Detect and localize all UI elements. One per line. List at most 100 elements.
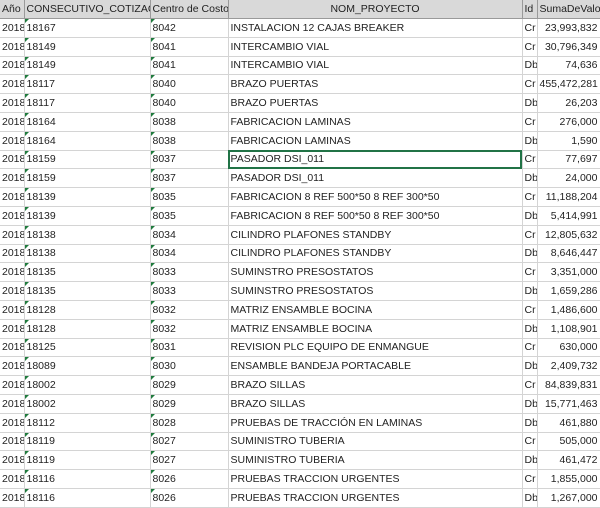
- consecutivo-cell[interactable]: 18089: [24, 356, 151, 377]
- year-cell[interactable]: 2018: [0, 262, 25, 283]
- year-cell[interactable]: 2018: [0, 93, 25, 113]
- valor-cell[interactable]: 30,796,349: [537, 37, 600, 57]
- id-cell[interactable]: Cr: [522, 300, 538, 320]
- valor-cell[interactable]: 12,805,632: [537, 225, 600, 245]
- id-cell[interactable]: Cr: [522, 37, 538, 57]
- valor-cell[interactable]: 5,414,991: [537, 206, 600, 226]
- year-cell[interactable]: 2018: [0, 450, 25, 471]
- id-cell[interactable]: Cr: [522, 112, 538, 132]
- id-cell[interactable]: Cr: [522, 225, 538, 245]
- id-cell[interactable]: Db: [522, 206, 538, 226]
- header-ano[interactable]: Año: [0, 0, 25, 19]
- centro-costos-cell[interactable]: 8033: [150, 262, 229, 283]
- centro-costos-cell[interactable]: 8038: [150, 131, 229, 151]
- valor-cell[interactable]: 1,855,000: [537, 469, 600, 489]
- id-cell[interactable]: Cr: [522, 18, 538, 38]
- year-cell[interactable]: 2018: [0, 469, 25, 489]
- valor-cell[interactable]: 77,697: [537, 150, 600, 170]
- centro-costos-cell[interactable]: 8035: [150, 187, 229, 207]
- valor-cell[interactable]: 26,203: [537, 93, 600, 113]
- centro-costos-cell[interactable]: 8032: [150, 300, 229, 320]
- year-cell[interactable]: 2018: [0, 244, 25, 264]
- valor-cell[interactable]: 455,472,281: [537, 74, 600, 95]
- valor-cell[interactable]: 1,659,286: [537, 281, 600, 301]
- centro-costos-cell[interactable]: 8034: [150, 225, 229, 245]
- proyecto-cell[interactable]: FABRICACION LAMINAS: [228, 131, 523, 151]
- centro-costos-cell[interactable]: 8027: [150, 450, 229, 471]
- centro-costos-cell[interactable]: 8041: [150, 37, 229, 57]
- id-cell[interactable]: Db: [522, 450, 538, 471]
- centro-costos-cell[interactable]: 8035: [150, 206, 229, 226]
- year-cell[interactable]: 2018: [0, 112, 25, 132]
- centro-costos-cell[interactable]: 8037: [150, 168, 229, 189]
- centro-costos-cell[interactable]: 8033: [150, 281, 229, 301]
- consecutivo-cell[interactable]: 18167: [24, 18, 151, 38]
- proyecto-cell[interactable]: ENSAMBLE BANDEJA PORTACABLE: [228, 356, 523, 377]
- proyecto-cell[interactable]: CILINDRO PLAFONES STANDBY: [228, 244, 523, 264]
- id-cell[interactable]: Db: [522, 394, 538, 414]
- consecutivo-cell[interactable]: 18135: [24, 262, 151, 283]
- id-cell[interactable]: Db: [522, 319, 538, 339]
- proyecto-cell[interactable]: INSTALACION 12 CAJAS BREAKER: [228, 18, 523, 38]
- id-cell[interactable]: Db: [522, 168, 538, 189]
- centro-costos-cell[interactable]: 8031: [150, 338, 229, 358]
- proyecto-cell[interactable]: SUMINISTRO TUBERIA: [228, 450, 523, 471]
- consecutivo-cell[interactable]: 18139: [24, 206, 151, 226]
- year-cell[interactable]: 2018: [0, 375, 25, 395]
- consecutivo-cell[interactable]: 18128: [24, 300, 151, 320]
- id-cell[interactable]: Cr: [522, 432, 538, 452]
- id-cell[interactable]: Db: [522, 131, 538, 151]
- centro-costos-cell[interactable]: 8041: [150, 56, 229, 76]
- centro-costos-cell[interactable]: 8029: [150, 375, 229, 395]
- consecutivo-cell[interactable]: 18116: [24, 469, 151, 489]
- year-cell[interactable]: 2018: [0, 74, 25, 95]
- proyecto-cell[interactable]: FABRICACION 8 REF 500*50 8 REF 300*50: [228, 206, 523, 226]
- id-cell[interactable]: Cr: [522, 262, 538, 283]
- proyecto-cell[interactable]: REVISION PLC EQUIPO DE ENMANGUE: [228, 338, 523, 358]
- valor-cell[interactable]: 1,486,600: [537, 300, 600, 320]
- consecutivo-cell[interactable]: 18139: [24, 187, 151, 207]
- consecutivo-cell[interactable]: 18138: [24, 244, 151, 264]
- id-cell[interactable]: Cr: [522, 150, 538, 170]
- proyecto-cell[interactable]: CILINDRO PLAFONES STANDBY: [228, 225, 523, 245]
- year-cell[interactable]: 2018: [0, 225, 25, 245]
- valor-cell[interactable]: 461,880: [537, 413, 600, 433]
- consecutivo-cell[interactable]: 18125: [24, 338, 151, 358]
- proyecto-cell[interactable]: PASADOR DSI_011: [228, 168, 523, 189]
- consecutivo-cell[interactable]: 18002: [24, 394, 151, 414]
- valor-cell[interactable]: 276,000: [537, 112, 600, 132]
- year-cell[interactable]: 2018: [0, 488, 25, 508]
- centro-costos-cell[interactable]: 8030: [150, 356, 229, 377]
- consecutivo-cell[interactable]: 18149: [24, 37, 151, 57]
- header-suma-valor[interactable]: SumaDeValor: [537, 0, 600, 19]
- id-cell[interactable]: Cr: [522, 375, 538, 395]
- year-cell[interactable]: 2018: [0, 413, 25, 433]
- valor-cell[interactable]: 74,636: [537, 56, 600, 76]
- proyecto-cell[interactable]: SUMINSTRO PRESOSTATOS: [228, 281, 523, 301]
- centro-costos-cell[interactable]: 8034: [150, 244, 229, 264]
- year-cell[interactable]: 2018: [0, 37, 25, 57]
- year-cell[interactable]: 2018: [0, 206, 25, 226]
- consecutivo-cell[interactable]: 18159: [24, 150, 151, 170]
- proyecto-cell[interactable]: INTERCAMBIO VIAL: [228, 56, 523, 76]
- year-cell[interactable]: 2018: [0, 432, 25, 452]
- consecutivo-cell[interactable]: 18164: [24, 112, 151, 132]
- year-cell[interactable]: 2018: [0, 356, 25, 377]
- id-cell[interactable]: Cr: [522, 338, 538, 358]
- proyecto-cell[interactable]: FABRICACION 8 REF 500*50 8 REF 300*50: [228, 187, 523, 207]
- year-cell[interactable]: 2018: [0, 394, 25, 414]
- year-cell[interactable]: 2018: [0, 338, 25, 358]
- header-consecutivo[interactable]: CONSECUTIVO_COTIZACION: [24, 0, 151, 19]
- consecutivo-cell[interactable]: 18164: [24, 131, 151, 151]
- id-cell[interactable]: Cr: [522, 187, 538, 207]
- centro-costos-cell[interactable]: 8026: [150, 469, 229, 489]
- id-cell[interactable]: Db: [522, 244, 538, 264]
- header-id[interactable]: Id: [522, 0, 538, 19]
- consecutivo-cell[interactable]: 18138: [24, 225, 151, 245]
- consecutivo-cell[interactable]: 18117: [24, 74, 151, 95]
- proyecto-cell[interactable]: MATRIZ ENSAMBLE BOCINA: [228, 300, 523, 320]
- proyecto-cell[interactable]: MATRIZ ENSAMBLE BOCINA: [228, 319, 523, 339]
- centro-costos-cell[interactable]: 8032: [150, 319, 229, 339]
- id-cell[interactable]: Db: [522, 488, 538, 508]
- header-centro-costos[interactable]: Centro de Costos: [150, 0, 229, 19]
